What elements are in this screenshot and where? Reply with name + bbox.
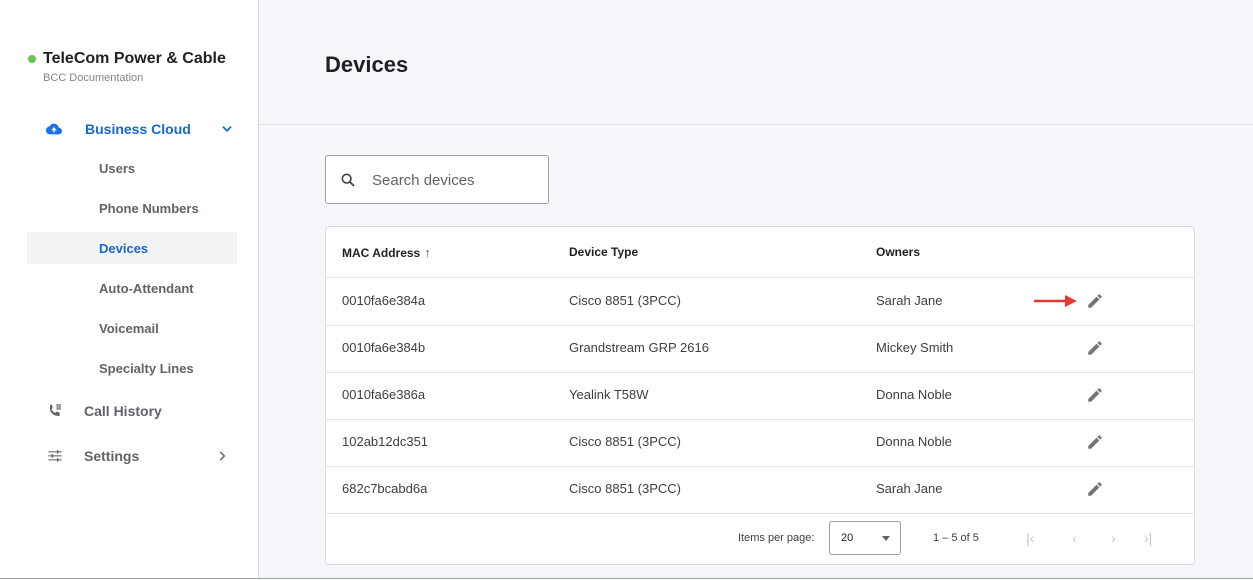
sort-ascending-icon: ↑	[424, 245, 431, 260]
column-header-owners: Owners	[876, 245, 920, 259]
search-input[interactable]	[372, 170, 537, 190]
column-header-label: Owners	[876, 245, 921, 259]
cell-owner: Donna Noble	[876, 387, 952, 402]
sidebar-item-devices[interactable]: Devices	[27, 232, 237, 264]
dropdown-caret-icon	[882, 536, 890, 541]
page-title: Devices	[325, 52, 409, 77]
first-page-button[interactable]: |‹	[1026, 530, 1034, 546]
sidebar-item-label: Auto-Attendant	[99, 280, 194, 296]
table-row[interactable]: 0010fa6e386a Yealink T58W Donna Noble	[326, 372, 1194, 420]
cell-owner: Sarah Jane	[876, 481, 943, 496]
items-per-page-label: Items per page:	[738, 532, 815, 544]
annotation-arrow-icon	[1034, 295, 1077, 307]
column-header-label: Device Type	[569, 245, 639, 259]
search-icon	[341, 173, 355, 187]
sidebar-item-voicemail[interactable]: Voicemail	[27, 312, 237, 344]
items-per-page-value: 20	[841, 532, 854, 544]
table-row[interactable]: 102ab12dc351 Cisco 8851 (3PCC) Donna Nob…	[326, 419, 1194, 467]
sidebar-item-label: Settings	[84, 448, 140, 464]
pagination-bar: Items per page: 20 1 – 5 of 5 |‹ ‹ › ›|	[326, 515, 1194, 565]
cell-mac: 102ab12dc351	[342, 434, 429, 449]
column-header-device-type: Device Type	[569, 245, 638, 259]
table-row[interactable]: 0010fa6e384b Grandstream GRP 2616 Mickey…	[326, 325, 1194, 373]
chevron-right-icon	[219, 451, 226, 461]
org-header: TeleCom Power & Cable BCC Documentation	[28, 50, 226, 84]
nav-group-label: Business Cloud	[85, 121, 191, 137]
sidebar-item-users[interactable]: Users	[27, 152, 237, 184]
sidebar-item-label: Voicemail	[99, 320, 159, 336]
settings-sliders-icon	[48, 450, 62, 462]
cell-mac: 0010fa6e384a	[342, 293, 426, 308]
search-box[interactable]	[325, 155, 549, 204]
last-page-button[interactable]: ›|	[1144, 530, 1152, 546]
cell-mac: 682c7bcabd6a	[342, 481, 428, 496]
table-header: MAC Address ↑ Device Type Owners	[326, 227, 1194, 278]
cell-device-type: Cisco 8851 (3PCC)	[569, 293, 681, 308]
chevron-down-icon	[222, 126, 232, 132]
column-header-label: MAC Address	[342, 245, 421, 260]
sidebar-item-label: Specialty Lines	[99, 360, 194, 376]
cell-device-type: Cisco 8851 (3PCC)	[569, 481, 681, 496]
sidebar-item-label: Phone Numbers	[99, 200, 199, 216]
sidebar-item-label: Devices	[99, 240, 149, 256]
pagination-range: 1 – 5 of 5	[933, 532, 979, 544]
pencil-edit-icon[interactable]	[1086, 339, 1104, 357]
cell-owner: Donna Noble	[876, 434, 952, 449]
pencil-edit-icon[interactable]	[1086, 386, 1104, 404]
sidebar-item-specialty-lines[interactable]: Specialty Lines	[27, 352, 237, 384]
sidebar-item-phone-numbers[interactable]: Phone Numbers	[27, 192, 237, 224]
nav-group-business-cloud[interactable]: Business Cloud	[27, 116, 237, 142]
sidebar-item-call-history[interactable]: Call History	[27, 397, 237, 425]
table-row[interactable]: 0010fa6e384a Cisco 8851 (3PCC) Sarah Jan…	[326, 278, 1194, 326]
column-header-mac[interactable]: MAC Address ↑	[342, 245, 431, 260]
items-per-page-select[interactable]: 20	[829, 521, 901, 555]
previous-page-button[interactable]: ‹	[1072, 530, 1077, 546]
org-name: TeleCom Power & Cable	[43, 50, 226, 67]
cloud-icon	[46, 123, 62, 135]
devices-table: MAC Address ↑ Device Type Owners 0010fa6…	[325, 226, 1195, 565]
sidebar-item-label: Users	[99, 160, 136, 176]
cell-mac: 0010fa6e384b	[342, 340, 426, 355]
table-row[interactable]: 682c7bcabd6a Cisco 8851 (3PCC) Sarah Jan…	[326, 466, 1194, 514]
cell-owner: Sarah Jane	[876, 293, 943, 308]
sidebar-item-label: Call History	[84, 403, 162, 419]
org-subtitle: BCC Documentation	[43, 72, 144, 84]
sidebar-item-auto-attendant[interactable]: Auto-Attendant	[27, 272, 237, 304]
status-dot-icon	[28, 55, 36, 63]
cell-mac: 0010fa6e386a	[342, 387, 426, 402]
header-divider	[259, 124, 1253, 125]
cell-device-type: Grandstream GRP 2616	[569, 340, 709, 355]
sidebar: TeleCom Power & Cable BCC Documentation …	[0, 0, 259, 579]
pencil-edit-icon[interactable]	[1086, 292, 1104, 310]
pencil-edit-icon[interactable]	[1086, 480, 1104, 498]
sidebar-item-settings[interactable]: Settings	[27, 442, 237, 470]
cell-device-type: Yealink T58W	[569, 387, 649, 402]
next-page-button[interactable]: ›	[1111, 530, 1116, 546]
call-history-icon	[50, 404, 61, 416]
cell-device-type: Cisco 8851 (3PCC)	[569, 434, 681, 449]
cell-owner: Mickey Smith	[876, 340, 954, 355]
pencil-edit-icon[interactable]	[1086, 433, 1104, 451]
main-content: Devices MAC Address ↑ Device Type Owners…	[259, 0, 1253, 579]
